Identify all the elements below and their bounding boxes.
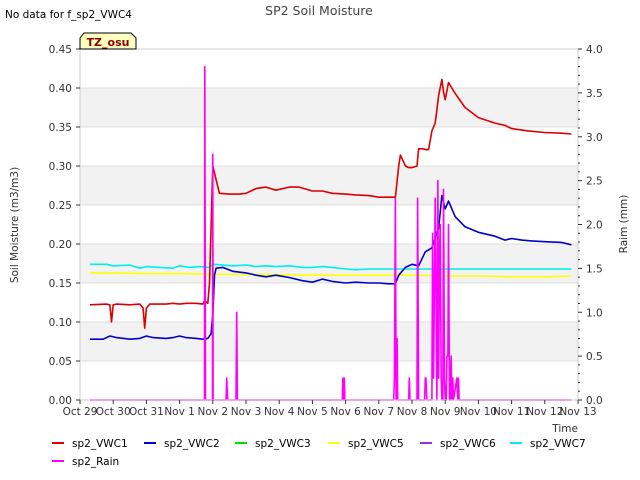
grid-band-0 — [80, 322, 578, 361]
x-tick-label-1: Oct 30 — [96, 406, 131, 418]
legend-label-sp2-VWC6: sp2_VWC6 — [440, 438, 496, 450]
y2-tick-label-1: 0.5 — [586, 351, 603, 363]
y-tick-label-9: 0.45 — [49, 44, 72, 56]
soil-moisture-chart: No data for f_sp2_VWC4 SP2 Soil Moisture… — [5, 3, 630, 468]
legend-label-sp2-VWC2: sp2_VWC2 — [164, 438, 220, 450]
timezone-badge-text: TZ_osu — [87, 36, 130, 49]
y-tick-label-1: 0.05 — [49, 356, 72, 368]
y2-tick-label-5: 2.5 — [586, 176, 603, 188]
y2-tick-label-7: 3.5 — [586, 88, 603, 100]
y-axis-right: 0.0 0.5 1.0 1.5 2.0 2.5 3.0 3.5 4.0 — [578, 44, 603, 407]
x-axis-title: Time — [551, 423, 578, 435]
x-tick-label-12: Nov 10 — [460, 406, 497, 418]
x-tick-label-7: Nov 5 — [297, 406, 328, 418]
timezone-badge: TZ_osu — [79, 32, 137, 50]
y-tick-label-7: 0.35 — [49, 122, 72, 134]
x-tick-label-4: Nov 2 — [198, 406, 229, 418]
y-tick-label-2: 0.10 — [49, 317, 72, 329]
y-tick-label-3: 0.15 — [49, 278, 72, 290]
x-tick-label-10: Nov 8 — [397, 406, 428, 418]
x-tick-label-3: Nov 1 — [164, 406, 195, 418]
x-tick-label-0: Oct 29 — [63, 406, 98, 418]
y-tick-label-8: 0.40 — [49, 83, 72, 95]
y-axis-left: 0.00 0.05 0.10 0.15 0.20 0.25 0.30 0.35 0.40 0.45 — [49, 44, 80, 407]
x-tick-label-13: Nov 11 — [493, 406, 530, 418]
legend: sp2_VWC1 sp2_VWC2 sp2_VWC3 sp2_VWC5 sp2_VWC6… — [52, 438, 586, 468]
x-tick-label-11: Nov 9 — [430, 406, 461, 418]
y2-tick-label-8: 4.0 — [586, 44, 603, 56]
y2-tick-label-2: 1.0 — [586, 307, 603, 319]
no-data-note: No data for f_sp2_VWC4 — [5, 9, 132, 21]
legend-label-sp2-VWC7: sp2_VWC7 — [530, 438, 586, 450]
grid-band-3 — [80, 88, 578, 127]
x-tick-label-8: Nov 6 — [330, 406, 361, 418]
y-tick-label-6: 0.30 — [49, 161, 72, 173]
x-tick-label-9: Nov 7 — [364, 406, 395, 418]
x-tick-label-2: Oct 31 — [129, 406, 164, 418]
grid-band-2 — [80, 166, 578, 205]
y2-tick-label-0: 0.0 — [586, 395, 603, 407]
legend-label-sp2-Rain: sp2_Rain — [72, 456, 119, 468]
legend-label-sp2-VWC5: sp2_VWC5 — [348, 438, 404, 450]
y-tick-label-4: 0.20 — [49, 239, 72, 251]
x-tick-label-15: Nov 13 — [559, 406, 596, 418]
x-tick-label-6: Nov 4 — [264, 406, 295, 418]
legend-label-sp2-VWC1: sp2_VWC1 — [72, 438, 128, 450]
y2-tick-label-6: 3.0 — [586, 132, 603, 144]
y2-tick-label-3: 1.5 — [586, 263, 603, 275]
x-tick-label-14: Nov 12 — [526, 406, 563, 418]
plot-area — [80, 88, 578, 361]
y-axis-title: Soil Moisture (m3/m3) — [9, 167, 21, 283]
x-tick-label-5: Nov 3 — [231, 406, 262, 418]
x-axis: Oct 29Oct 30Oct 31 Nov 1 Nov 2 Nov 3 Nov 4 No… — [63, 400, 597, 418]
chart-title: SP2 Soil Moisture — [265, 3, 373, 18]
y-tick-label-0: 0.00 — [49, 395, 72, 407]
legend-label-sp2-VWC3: sp2_VWC3 — [255, 438, 311, 450]
y-tick-label-5: 0.25 — [49, 200, 72, 212]
y2-axis-title: Raim (mm) — [618, 195, 630, 254]
y2-tick-label-4: 2.0 — [586, 220, 603, 232]
